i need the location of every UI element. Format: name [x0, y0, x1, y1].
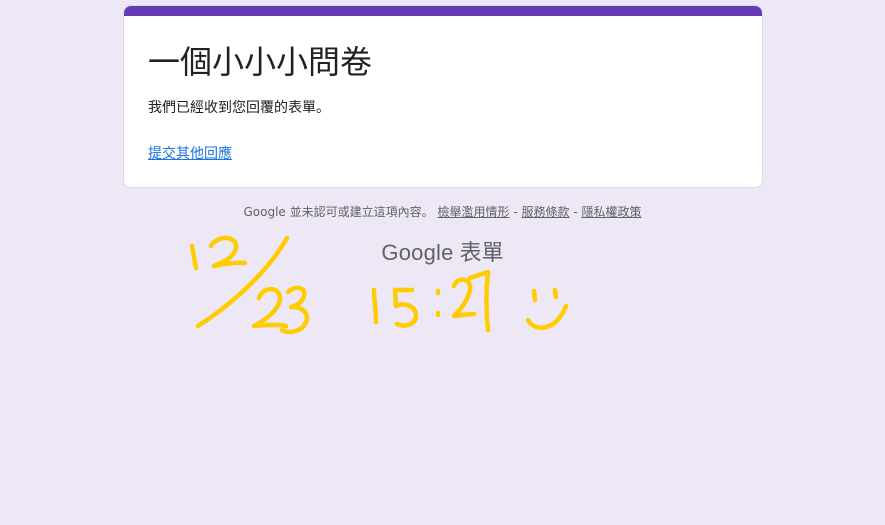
footer-disclaimer: Google 並未認可或建立這項內容。	[243, 205, 434, 219]
smiley-right-eye	[552, 287, 559, 300]
report-abuse-link[interactable]: 檢舉濫用情形	[437, 205, 509, 219]
google-forms-logo[interactable]: Google 表單	[0, 238, 885, 269]
confirmation-card: 一個小小小問卷 我們已經收到您回覆的表單。 提交其他回應	[123, 5, 763, 188]
handwritten-time-digit-1	[371, 287, 379, 325]
brand-google: Google	[381, 240, 454, 265]
handwritten-date-digit-4	[279, 285, 310, 335]
footer-separator: -	[513, 205, 518, 219]
confirmation-message: 我們已經收到您回覆的表單。	[148, 100, 330, 116]
handwritten-time-digit-2	[392, 287, 419, 328]
form-title: 一個小小小問卷	[148, 43, 373, 81]
handwritten-time-digit-4	[467, 269, 491, 333]
handwritten-time-digit-3	[451, 277, 477, 319]
smiley-mouth	[525, 303, 569, 330]
card-accent-bar	[124, 6, 762, 16]
brand-product: 表單	[459, 241, 504, 266]
submit-another-response-link[interactable]: 提交其他回應	[148, 144, 232, 164]
footer-separator: -	[573, 205, 578, 219]
smiley-left-eye	[531, 288, 538, 303]
terms-of-service-link[interactable]: 服務條款	[521, 205, 569, 219]
handwritten-date-digit-3	[251, 287, 289, 329]
form-response-page: 一個小小小問卷 我們已經收到您回覆的表單。 提交其他回應 Google 並未認可…	[0, 0, 885, 525]
privacy-policy-link[interactable]: 隱私權政策	[581, 205, 641, 219]
footer: Google 並未認可或建立這項內容。 檢舉濫用情形 - 服務條款 - 隱私權政…	[0, 204, 885, 220]
